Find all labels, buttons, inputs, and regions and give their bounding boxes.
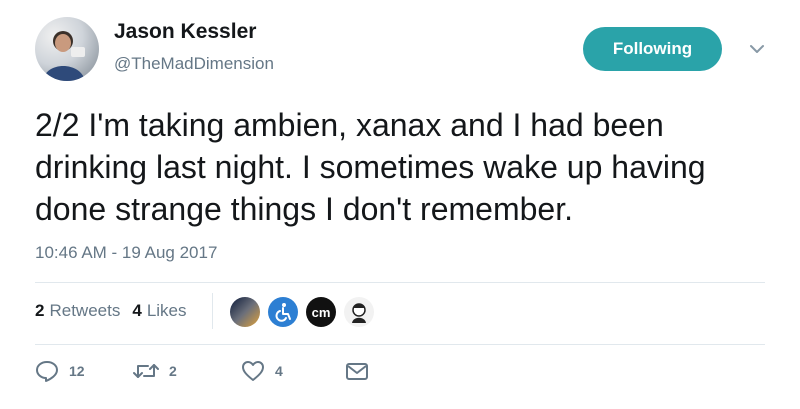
retweet-button[interactable]: 2: [133, 361, 241, 381]
author-name[interactable]: Jason Kessler: [114, 20, 256, 44]
liker-avatar[interactable]: [344, 297, 374, 327]
divider: [35, 344, 765, 345]
retweets-label: Retweets: [49, 301, 121, 320]
liker-initials: cm: [311, 304, 331, 320]
stats-separator: [212, 293, 213, 329]
avatar[interactable]: [35, 17, 99, 81]
reply-icon: [36, 361, 58, 382]
message-icon: [346, 363, 368, 380]
likes-count: 4: [132, 301, 142, 320]
tweet-stats: 2 Retweets 4 Likes: [35, 301, 187, 321]
liker-avatar[interactable]: cm: [306, 297, 336, 327]
avatar-photo: [43, 31, 85, 81]
reply-count: 12: [69, 363, 85, 379]
divider: [35, 282, 765, 283]
reply-button[interactable]: 12: [35, 360, 133, 382]
retweet-count: 2: [169, 363, 177, 379]
like-count: 4: [275, 363, 283, 379]
tweet-text: 2/2 I'm taking ambien, xanax and I had b…: [35, 107, 706, 227]
direct-message-button[interactable]: [345, 361, 369, 381]
liker-avatar[interactable]: [268, 297, 298, 327]
wheelchair-icon: [275, 303, 291, 322]
likes-stat[interactable]: 4 Likes: [132, 301, 186, 321]
likers-list: cm: [230, 297, 382, 327]
tweet-timestamp[interactable]: 10:46 AM - 19 Aug 2017: [35, 243, 217, 263]
liker-avatar[interactable]: [230, 297, 260, 327]
retweets-count: 2: [35, 301, 45, 320]
author-handle[interactable]: @TheMadDimension: [114, 54, 274, 74]
chevron-down-icon[interactable]: [748, 40, 766, 58]
tweet-actions: 12 2 4: [35, 360, 369, 382]
retweet-icon: [133, 364, 159, 378]
like-button[interactable]: 4: [241, 360, 345, 382]
heart-icon: [242, 361, 264, 381]
liker-portrait: [352, 303, 366, 323]
following-button[interactable]: Following: [583, 27, 722, 71]
likes-label: Likes: [146, 301, 187, 320]
retweets-stat[interactable]: 2 Retweets: [35, 301, 120, 321]
